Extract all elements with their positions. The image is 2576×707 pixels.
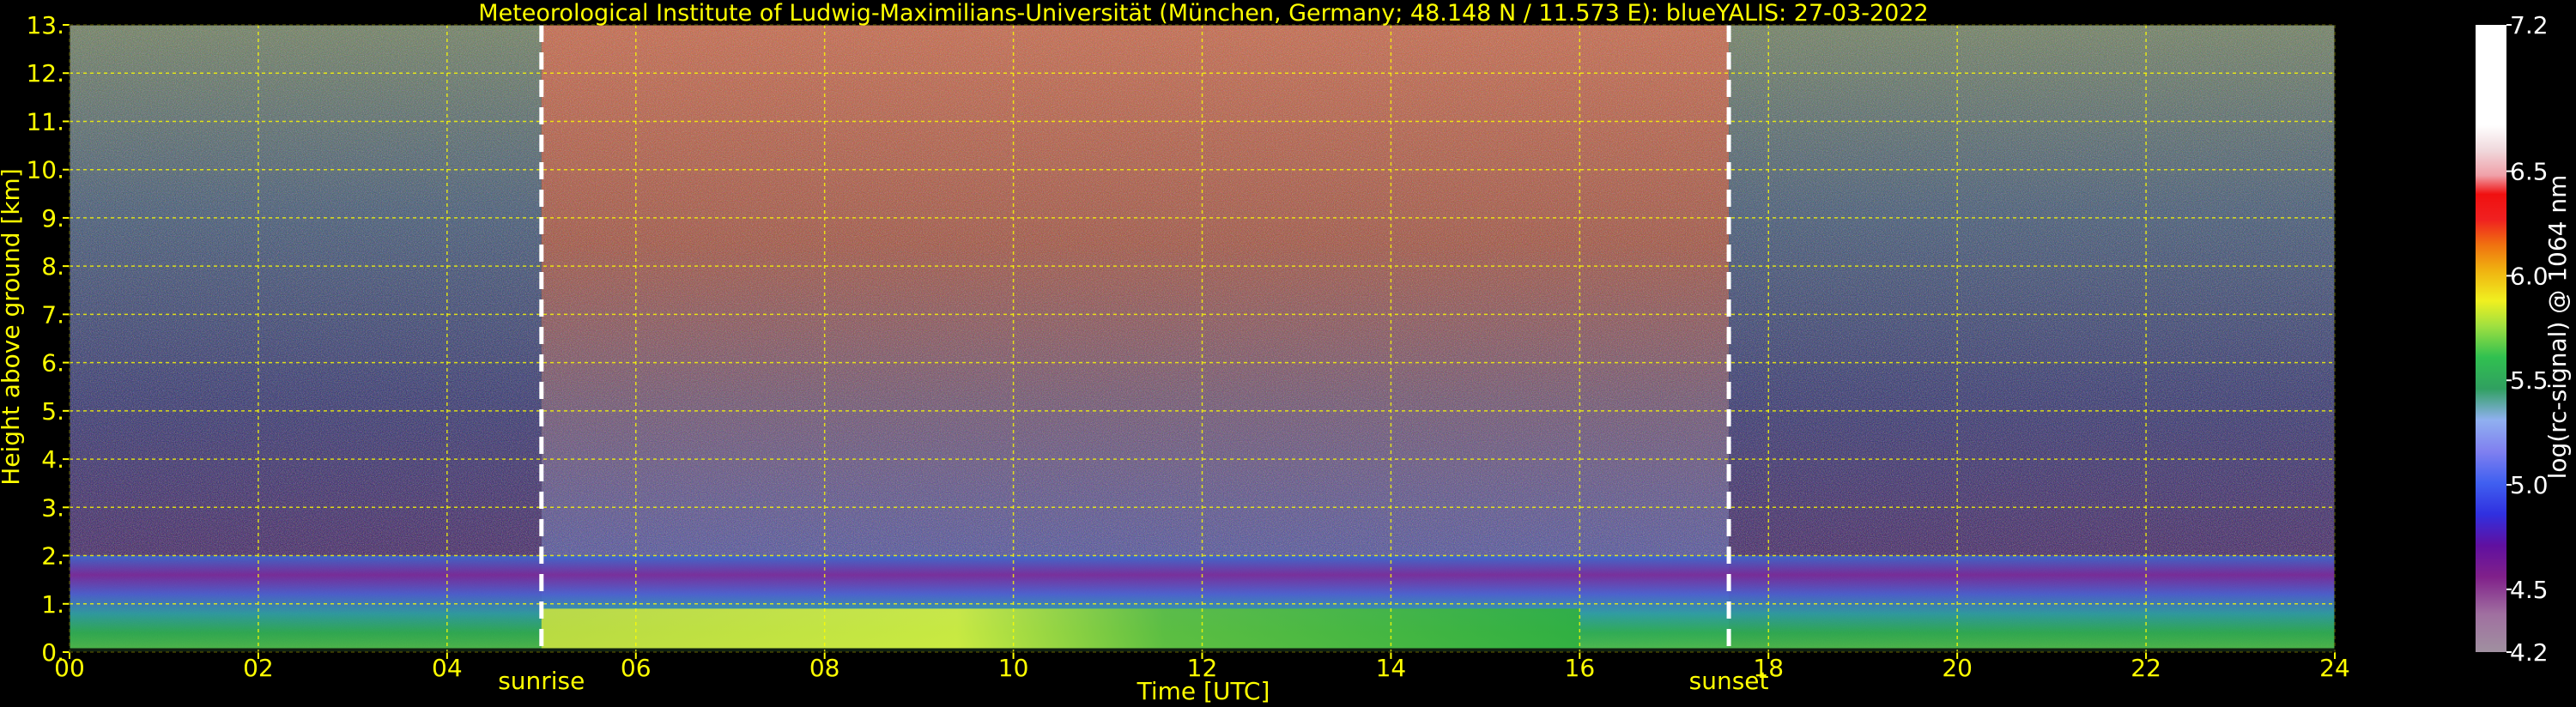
chart-root: sunrise sunset 00 02 04 06 08 10 12 14 16 18 20 22 24… — [0, 0, 2576, 707]
colorbar-tick-label: 6.5 — [2510, 158, 2549, 186]
colorbar-tick-label: 6.0 — [2510, 262, 2549, 290]
colorbar-tick-label: 5.5 — [2510, 366, 2549, 395]
y-tick-label: 9. — [41, 204, 64, 233]
x-tick-label: 20 — [1942, 654, 1973, 682]
y-tick-label: 4. — [41, 445, 64, 474]
colorbar-tick-label: 4.2 — [2510, 638, 2549, 667]
colorbar-label: log(rc-signal) @ 1064 nm — [2543, 175, 2572, 480]
x-tick-label: 18 — [1753, 654, 1784, 682]
colorbar-tick-label: 7.2 — [2510, 11, 2549, 39]
x-tick-label: 16 — [1565, 654, 1596, 682]
y-tick-label: 13. — [26, 11, 64, 39]
y-tick-label: 8. — [41, 252, 64, 281]
y-tick-label: 11. — [26, 107, 64, 136]
mixed-layer-band — [541, 608, 1580, 652]
x-axis-label: Time [UTC] — [1136, 677, 1270, 705]
colorbar-gradient — [2476, 25, 2506, 652]
y-tick-label: 0. — [41, 638, 64, 667]
x-tick-label: 06 — [621, 654, 652, 682]
x-tick-label: 04 — [432, 654, 463, 682]
y-tick-label: 10. — [26, 156, 64, 184]
y-tick-label: 7. — [41, 300, 64, 329]
y-tick-label: 5. — [41, 397, 64, 426]
y-axis-label: Height above ground [km] — [0, 168, 25, 486]
colorbar-tick-label: 4.5 — [2510, 576, 2549, 604]
x-tick-label: 02 — [243, 654, 274, 682]
heatmap-area — [70, 25, 2335, 652]
x-tick-label: 14 — [1376, 654, 1407, 682]
marker-label-sunrise: sunrise — [498, 667, 585, 695]
x-tick-label: 08 — [809, 654, 840, 682]
colorbar-tick-label: 5.0 — [2510, 471, 2549, 499]
lidar-heatmap-chart: sunrise sunset 00 02 04 06 08 10 12 14 16 18 20 22 24… — [0, 0, 2572, 705]
x-tick-label: 24 — [2319, 654, 2350, 682]
y-tick-label: 3. — [41, 493, 64, 522]
colorbar: 4.2 4.5 5.0 5.5 6.0 6.5 7.2 — [2476, 11, 2549, 667]
x-tick-label: 22 — [2131, 654, 2161, 682]
y-tick-label: 6. — [41, 349, 64, 378]
chart-title: Meteorological Institute of Ludwig-Maxim… — [478, 0, 1928, 27]
x-tick-label: 10 — [998, 654, 1029, 682]
y-tick-label: 2. — [41, 542, 64, 571]
y-tick-label: 12. — [26, 59, 64, 88]
y-tick-label: 1. — [41, 590, 64, 619]
